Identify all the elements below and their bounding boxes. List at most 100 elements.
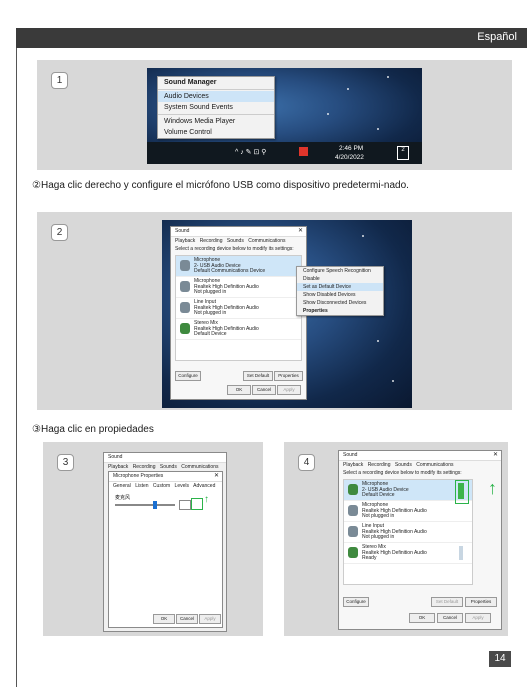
- sound-dialog: Sound ✕ Playback Recording Sounds Communi…: [338, 450, 502, 630]
- tab-sounds[interactable]: Sounds: [227, 238, 244, 244]
- props-tabs: General Listen Custom Levels Advanced: [109, 482, 222, 490]
- tab-sounds[interactable]: Sounds: [160, 464, 177, 470]
- step2-panel: 2 Sound ✕ Playback Recording Sounds Commu…: [37, 212, 512, 410]
- dialog-tabs: Playback Recording Sounds Communications: [171, 237, 306, 245]
- properties-button[interactable]: Properties: [465, 597, 497, 607]
- tab-recording[interactable]: Recording: [200, 238, 223, 244]
- tab-advanced[interactable]: Advanced: [193, 483, 215, 489]
- menu-item-windows-media-player[interactable]: Windows Media Player: [158, 116, 274, 127]
- menu-item-system-sound-events[interactable]: System Sound Events: [158, 102, 274, 113]
- device-status: Default Device: [362, 492, 395, 498]
- step3-marker: ③: [32, 424, 41, 435]
- microphone-icon: [348, 505, 358, 516]
- device-row[interactable]: Microphone Realtek High Definition Audio N…: [176, 277, 301, 298]
- tab-communications[interactable]: Communications: [181, 464, 218, 470]
- language-label: Español: [477, 31, 517, 43]
- tab-playback[interactable]: Playback: [108, 464, 128, 470]
- level-slider-track[interactable]: [115, 504, 175, 506]
- dialog-title: Sound: [175, 228, 190, 234]
- left-margin-rule: [16, 48, 17, 687]
- tab-custom[interactable]: Custom: [153, 483, 170, 489]
- dialog-tabs: Playback Recording Sounds Communications: [104, 463, 226, 471]
- context-item-show-disabled[interactable]: Show Disabled Devices: [297, 291, 383, 299]
- dialog-title: Sound: [343, 452, 358, 458]
- context-item-disable[interactable]: Disable: [297, 275, 383, 283]
- menu-item-volume-control[interactable]: Volume Control: [158, 127, 274, 138]
- clock-time: 2:46 PM: [339, 145, 364, 152]
- level-label: 麦克风: [115, 495, 131, 501]
- apply-button[interactable]: Apply: [199, 614, 221, 624]
- tab-general[interactable]: General: [113, 483, 131, 489]
- configure-button[interactable]: Configure: [343, 597, 369, 607]
- dialog-title: Sound: [104, 453, 226, 463]
- microphone-icon: [180, 260, 190, 271]
- tray-red-icon[interactable]: [299, 147, 308, 156]
- ok-button[interactable]: OK: [153, 614, 175, 624]
- dialog-subtitle: Select a recording device below to modif…: [175, 246, 294, 252]
- device-row[interactable]: Line Input Realtek High Definition Audio N…: [344, 522, 472, 543]
- tab-levels[interactable]: Levels: [175, 483, 189, 489]
- step4-number: 4: [298, 454, 315, 471]
- stereo-mix-icon: [348, 547, 358, 558]
- microphone-properties-dialog: Microphone Properties ✕ General Listen Cu…: [108, 471, 223, 628]
- cancel-button[interactable]: Cancel: [176, 614, 198, 624]
- ok-button[interactable]: OK: [227, 385, 251, 395]
- context-item-show-disconnected[interactable]: Show Disconnected Devices: [297, 299, 383, 307]
- device-status: Default Communications Device: [194, 268, 266, 274]
- step1-panel: 1 Sound Manager Audio Devices System Sou…: [37, 60, 512, 170]
- ok-button[interactable]: OK: [409, 613, 435, 623]
- device-row[interactable]: Stereo Mix Realtek High Definition Audio R…: [344, 543, 472, 564]
- device-status: Not plugged in: [194, 310, 227, 316]
- device-context-menu: Configure Speech Recognition Disable Set…: [296, 266, 384, 316]
- apply-button[interactable]: Apply: [277, 385, 301, 395]
- context-item-properties[interactable]: Properties: [297, 307, 383, 315]
- tab-recording[interactable]: Recording: [133, 464, 156, 470]
- level-slider-thumb[interactable]: [153, 501, 157, 509]
- device-row[interactable]: Microphone Realtek High Definition Audio N…: [344, 501, 472, 522]
- up-arrow-icon: ↑: [204, 494, 209, 505]
- page-number: 14: [489, 651, 511, 667]
- microphone-icon: [180, 281, 190, 292]
- step3-panel: 3 Sound Playback Recording Sounds Commun…: [43, 442, 263, 636]
- set-default-button[interactable]: Set Default: [243, 371, 273, 381]
- apply-button[interactable]: Apply: [465, 613, 491, 623]
- tab-playback[interactable]: Playback: [343, 462, 363, 468]
- clock-date: 4/20/2022: [335, 154, 364, 161]
- device-row[interactable]: Line Input Realtek High Definition Audio N…: [176, 298, 301, 319]
- cancel-button[interactable]: Cancel: [437, 613, 463, 623]
- device-row[interactable]: Stereo Mix Realtek High Definition Audio D…: [176, 319, 301, 340]
- cancel-button[interactable]: Cancel: [252, 385, 276, 395]
- menu-item-audio-devices[interactable]: Audio Devices: [158, 91, 274, 102]
- tab-sounds[interactable]: Sounds: [395, 462, 412, 468]
- props-title: Microphone Properties: [113, 473, 164, 479]
- close-icon[interactable]: ✕: [298, 227, 303, 236]
- notification-icon[interactable]: 2: [397, 146, 409, 160]
- device-row[interactable]: Microphone 2- USB Audio Device Default Dev…: [344, 480, 472, 501]
- step1-desktop-screenshot: Sound Manager Audio Devices System Sound…: [147, 68, 422, 164]
- configure-button[interactable]: Configure: [175, 371, 201, 381]
- tab-playback[interactable]: Playback: [175, 238, 195, 244]
- device-status: Not plugged in: [362, 534, 395, 540]
- step3-instruction: ③Haga clic en propiedades: [32, 424, 154, 436]
- close-icon[interactable]: ✕: [493, 451, 498, 460]
- level-meter-inactive: [459, 546, 463, 560]
- tab-communications[interactable]: Communications: [248, 238, 285, 244]
- device-list: Microphone 2- USB Audio Device Default Dev…: [343, 479, 473, 585]
- step2-marker: ②: [32, 180, 41, 191]
- context-item-configure-speech[interactable]: Configure Speech Recognition: [297, 267, 383, 275]
- device-row[interactable]: Microphone 2- USB Audio Device Default Com…: [176, 256, 301, 277]
- tray-icons[interactable]: ^ ♪ ✎ ⊡ ⚲: [235, 148, 266, 156]
- close-icon[interactable]: ✕: [214, 472, 219, 481]
- context-item-set-default[interactable]: Set as Default Device: [297, 283, 383, 291]
- step1-number: 1: [51, 72, 68, 89]
- set-default-button[interactable]: Set Default: [431, 597, 463, 607]
- sound-manager-menu: Sound Manager Audio Devices System Sound…: [157, 76, 275, 139]
- properties-button[interactable]: Properties: [274, 371, 303, 381]
- device-status: Not plugged in: [194, 289, 227, 295]
- tab-listen[interactable]: Listen: [135, 483, 148, 489]
- level-value-box[interactable]: [179, 500, 191, 510]
- tab-recording[interactable]: Recording: [368, 462, 391, 468]
- tab-communications[interactable]: Communications: [416, 462, 453, 468]
- step3-number: 3: [57, 454, 74, 471]
- volume-button-highlight[interactable]: [191, 498, 203, 510]
